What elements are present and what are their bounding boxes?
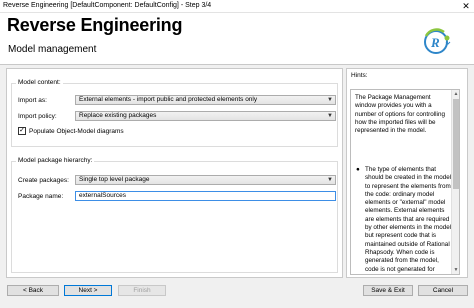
scroll-thumb[interactable] (453, 99, 459, 189)
import-policy-select[interactable]: Replace existing packages ▼ (75, 111, 336, 121)
close-icon[interactable]: ✕ (460, 1, 472, 11)
scroll-down-arrow-icon[interactable]: ▼ (452, 266, 459, 274)
page-title: Reverse Engineering (7, 15, 183, 35)
scroll-up-arrow-icon[interactable]: ▲ (452, 90, 459, 98)
import-as-select[interactable]: External elements - import public and pr… (75, 95, 336, 105)
window-title: Reverse Engineering [DefaultComponent: D… (3, 2, 212, 9)
cancel-button[interactable]: Cancel (418, 285, 468, 296)
bullet-icon: ● (356, 166, 360, 173)
import-as-label: Import as: (18, 97, 47, 104)
page-subtitle: Model management (8, 44, 97, 55)
hints-bullet-text: The type of elements that should be crea… (365, 166, 453, 274)
finish-button: Finish (118, 285, 166, 296)
save-exit-button[interactable]: Save & Exit (363, 285, 413, 296)
chevron-down-icon: ▼ (327, 97, 333, 103)
chevron-down-icon: ▼ (327, 177, 333, 183)
options-panel: Model content: Import as: External eleme… (6, 68, 343, 278)
hints-panel: Hints: The Package Management window pro… (346, 68, 468, 278)
hints-scrollbar[interactable]: ▲ ▼ (451, 90, 459, 274)
back-button[interactable]: < Back (7, 285, 59, 296)
chevron-down-icon: ▼ (327, 113, 333, 119)
hints-text-box: The Package Management window provides y… (350, 89, 460, 275)
import-policy-value: Replace existing packages (79, 112, 157, 119)
model-content-legend: Model content: (16, 79, 63, 86)
create-packages-label: Create packages: (18, 177, 69, 184)
package-name-value: externalSources (79, 192, 126, 199)
create-packages-value: Single top level package (79, 176, 150, 183)
package-hierarchy-group: Model package hierarchy: Create packages… (11, 157, 338, 273)
create-packages-select[interactable]: Single top level package ▼ (75, 175, 336, 185)
model-content-group: Model content: Import as: External eleme… (11, 79, 338, 147)
hints-title: Hints: (351, 72, 368, 79)
hints-intro: The Package Management window provides y… (355, 94, 445, 135)
wizard-header: Reverse Engineering Model management R (0, 13, 474, 65)
populate-diagrams-label[interactable]: Populate Object-Model diagrams (29, 128, 124, 135)
svg-text:R: R (430, 35, 440, 50)
import-as-value: External elements - import public and pr… (79, 96, 258, 103)
package-hierarchy-legend: Model package hierarchy: (16, 157, 95, 164)
package-name-input[interactable]: externalSources (75, 191, 336, 201)
checkmark-icon: ✓ (19, 127, 25, 134)
package-name-label: Package name: (18, 193, 64, 200)
rhapsody-logo-icon: R (424, 28, 451, 54)
next-button[interactable]: Next > (64, 285, 112, 296)
populate-diagrams-checkbox[interactable]: ✓ (18, 127, 26, 135)
import-policy-label: Import policy: (18, 113, 57, 120)
window-titlebar: Reverse Engineering [DefaultComponent: D… (0, 0, 474, 13)
